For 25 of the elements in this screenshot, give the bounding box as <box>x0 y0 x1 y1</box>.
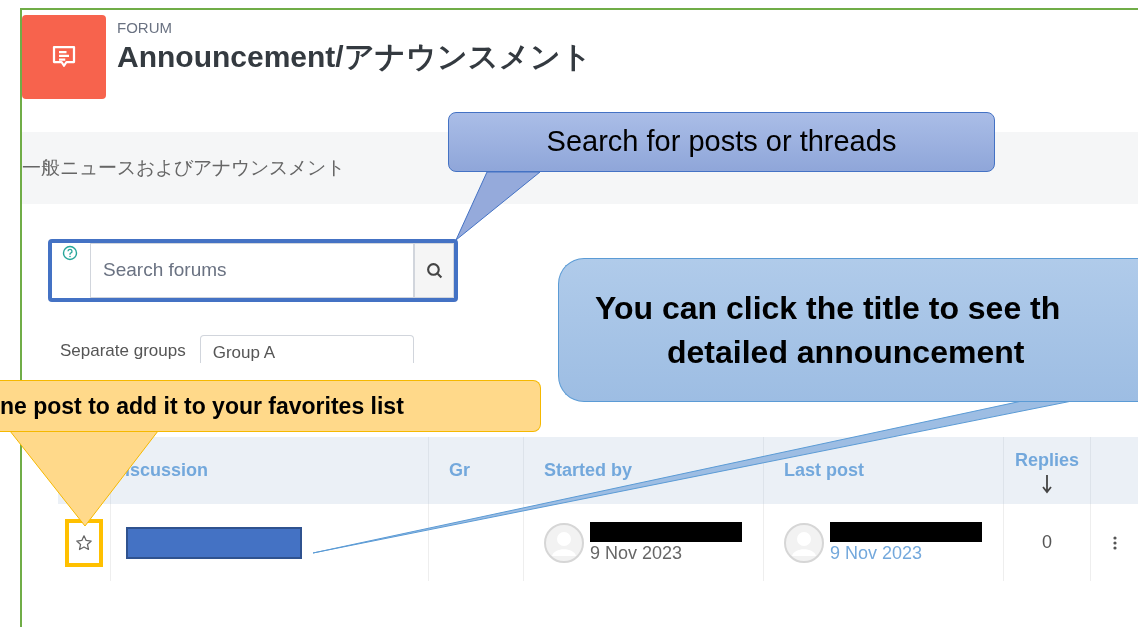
forum-icon <box>22 15 106 99</box>
search-icon <box>425 262 443 279</box>
search-input-field[interactable]: Search forums <box>90 243 414 298</box>
post-date: 9 Nov 2023 <box>590 541 684 564</box>
last-post-link[interactable]: 9 Nov 2023 <box>830 541 982 564</box>
avatar-icon <box>544 522 584 563</box>
callout-text: You can click the title to see th <box>595 289 1061 328</box>
callout-text: ne post to add it to your favorites list <box>0 391 404 421</box>
callout-text: detailed announcement <box>666 333 1025 372</box>
column-header[interactable]: Started by <box>544 457 633 484</box>
forum-description: 一般ニュースおよびアナウンスメント <box>22 155 345 180</box>
group-filter-label: Separate groups <box>60 341 186 361</box>
module-type-label: FORUM <box>117 19 173 37</box>
reply-count: 0 <box>1042 531 1052 554</box>
help-icon[interactable] <box>62 245 78 261</box>
group-select[interactable]: Group A <box>199 335 414 363</box>
column-header[interactable]: iscussion <box>125 457 209 484</box>
column-header[interactable]: Last post <box>784 457 864 484</box>
avatar-icon <box>784 522 824 563</box>
callout-text: Search for posts or threads <box>546 124 897 160</box>
star-icon <box>75 533 93 552</box>
column-header[interactable]: Replies <box>1015 447 1079 474</box>
search-button[interactable] <box>414 243 454 298</box>
page-title: Announcement/アナウンスメント <box>117 39 592 75</box>
column-header[interactable]: Gr <box>449 457 470 484</box>
